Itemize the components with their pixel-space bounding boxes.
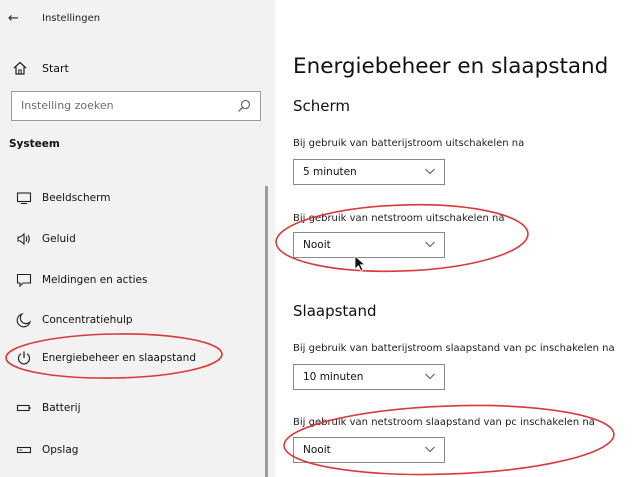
- home-icon: [13, 61, 27, 75]
- battery-icon: [16, 404, 31, 412]
- sidebar-item-label: Geluid: [42, 233, 76, 245]
- sleep-power-dropdown[interactable]: Nooit: [293, 437, 445, 463]
- sidebar-item-label: Batterij: [42, 402, 81, 414]
- sidebar-item-label: Meldingen en acties: [42, 274, 148, 286]
- sidebar: ← Instellingen Start Instelling zoeken S…: [0, 0, 275, 477]
- search-icon[interactable]: [237, 99, 251, 113]
- screen-battery-label: Bij gebruik van batterijstroom uitschake…: [293, 138, 525, 149]
- dropdown-value: Nooit: [303, 444, 331, 456]
- sidebar-scrollbar[interactable]: [265, 186, 268, 477]
- dropdown-value: Nooit: [303, 239, 331, 251]
- screen-battery-dropdown[interactable]: 5 minuten: [293, 159, 445, 185]
- message-icon: [16, 273, 32, 288]
- section-title-slaapstand: Slaapstand: [293, 302, 377, 320]
- sidebar-item-start[interactable]: Start: [12, 60, 69, 76]
- power-icon: [17, 351, 31, 365]
- sidebar-item-label: Beeldscherm: [42, 192, 111, 204]
- dropdown-value: 10 minuten: [303, 371, 364, 383]
- monitor-icon: [16, 192, 32, 205]
- sidebar-item-beeldscherm[interactable]: Beeldscherm: [0, 186, 260, 210]
- sidebar-item-label: Opslag: [42, 444, 79, 456]
- sidebar-item-label: Start: [42, 61, 69, 75]
- page-title: Energiebeheer en slaapstand: [293, 54, 609, 79]
- sidebar-item-concentratiehulp[interactable]: Concentratiehulp: [0, 308, 260, 332]
- storage-icon: [16, 446, 32, 454]
- chevron-down-icon: [425, 241, 435, 248]
- sleep-power-label: Bij gebruik van netstroom slaapstand van…: [293, 417, 595, 428]
- sleep-battery-dropdown[interactable]: 10 minuten: [293, 364, 445, 390]
- category-heading: Systeem: [9, 138, 60, 150]
- sidebar-item-label: Energiebeheer en slaapstand: [42, 352, 196, 364]
- sidebar-item-batterij[interactable]: Batterij: [0, 396, 260, 420]
- window-title: Instellingen: [42, 12, 101, 24]
- dropdown-value: 5 minuten: [303, 166, 357, 178]
- screen-power-label: Bij gebruik van netstroom uitschakelen n…: [293, 213, 505, 224]
- mouse-cursor-icon: [354, 255, 367, 272]
- title-bar: ← Instellingen: [8, 9, 100, 27]
- sidebar-item-meldingen[interactable]: Meldingen en acties: [0, 268, 260, 292]
- sidebar-item-opslag[interactable]: Opslag: [0, 438, 260, 462]
- chevron-down-icon: [425, 373, 435, 380]
- sidebar-item-geluid[interactable]: Geluid: [0, 227, 260, 251]
- search-placeholder: Instelling zoeken: [21, 99, 114, 112]
- search-input[interactable]: Instelling zoeken: [11, 91, 261, 121]
- screen-power-dropdown[interactable]: Nooit: [293, 232, 445, 258]
- moon-icon: [16, 312, 32, 328]
- speaker-icon: [17, 232, 30, 246]
- chevron-down-icon: [425, 168, 435, 175]
- sidebar-item-energiebeheer[interactable]: Energiebeheer en slaapstand: [0, 346, 260, 370]
- chevron-down-icon: [425, 446, 435, 453]
- sleep-battery-label: Bij gebruik van batterijstroom slaapstan…: [293, 343, 615, 354]
- section-title-scherm: Scherm: [293, 97, 351, 115]
- sidebar-item-label: Concentratiehulp: [42, 314, 133, 326]
- back-arrow-icon[interactable]: ←: [8, 11, 30, 26]
